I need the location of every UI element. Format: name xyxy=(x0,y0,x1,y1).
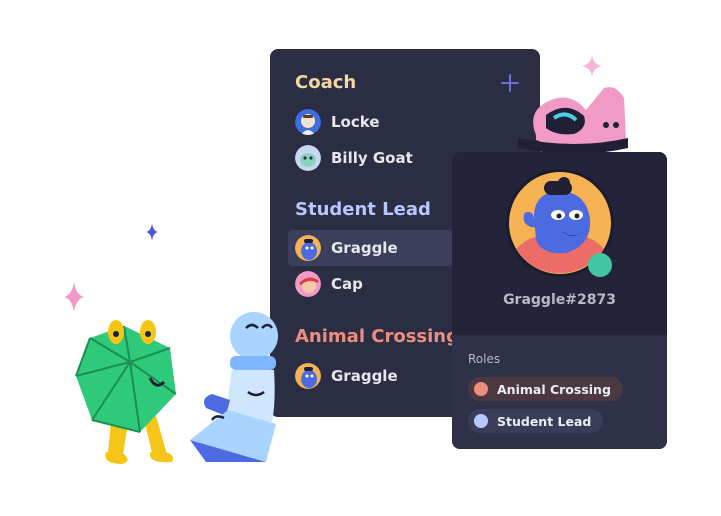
avatar xyxy=(295,145,321,171)
avatar xyxy=(295,109,321,135)
online-status-indicator xyxy=(588,253,612,277)
avatar xyxy=(295,235,321,261)
member-name: Graggle xyxy=(331,239,398,257)
role-color-dot xyxy=(474,382,488,396)
member-name: Locke xyxy=(331,113,380,131)
role-color-dot xyxy=(474,414,488,428)
sneaker-illustration xyxy=(518,87,628,154)
sparkle-pink-small-icon xyxy=(582,55,602,77)
role-pill-label: Student Lead xyxy=(497,413,592,429)
member-name: Cap xyxy=(331,275,363,293)
profile-username: Graggle#2873 xyxy=(503,292,616,308)
role-header-student-lead: Student Lead xyxy=(295,199,431,220)
member-locke[interactable]: Locke xyxy=(288,104,538,140)
avatar xyxy=(295,271,321,297)
roles-label: Roles xyxy=(468,352,501,366)
sparkle-blue-icon xyxy=(146,223,158,241)
profile-popout: Graggle#2873 Roles Animal Crossing Stude… xyxy=(452,152,667,449)
role-pill-animal-crossing[interactable]: Animal Crossing xyxy=(468,377,623,401)
avatar xyxy=(295,363,321,389)
pawn-character-illustration xyxy=(190,312,278,462)
member-name: Billy Goat xyxy=(331,149,413,167)
role-pill-label: Animal Crossing xyxy=(497,381,611,397)
role-header-animal-crossing: Animal Crossing xyxy=(295,326,460,347)
dice-character-illustration xyxy=(75,320,177,464)
role-pill-student-lead[interactable]: Student Lead xyxy=(468,409,604,433)
member-name: Graggle xyxy=(331,367,398,385)
role-header-coach: Coach xyxy=(295,72,357,93)
sparkle-pink-icon xyxy=(64,282,84,312)
